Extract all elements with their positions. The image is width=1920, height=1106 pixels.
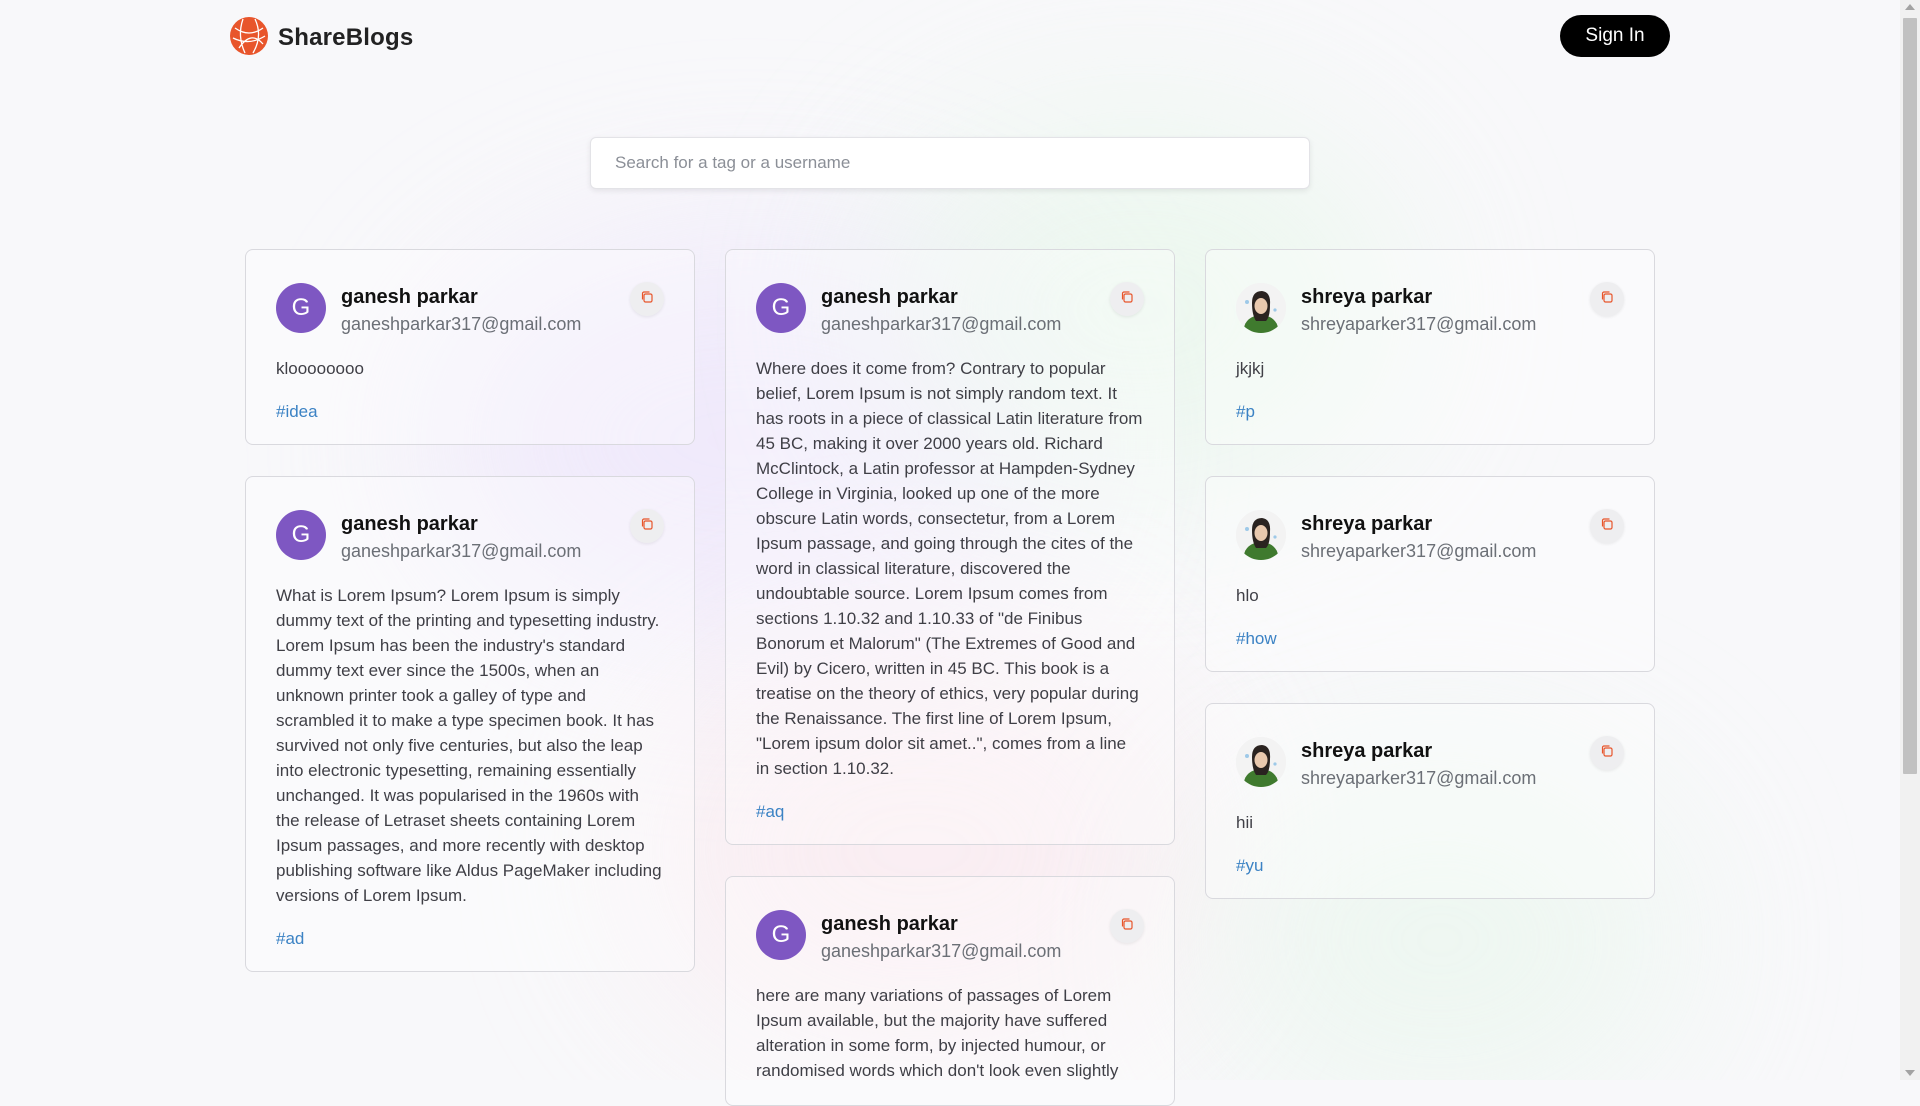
author-name[interactable]: ganesh parkar — [341, 512, 581, 536]
post-card: Gganesh parkar ganeshparkar317@gmail.com W… — [725, 249, 1175, 845]
globe-logo-icon[interactable] — [229, 16, 269, 56]
avatar[interactable] — [1236, 510, 1286, 560]
copy-icon — [1120, 917, 1134, 936]
author-email: shreyaparker317@gmail.com — [1301, 541, 1537, 561]
post-card: shreya parkar shreyaparker317@gmail.com jk… — [1205, 249, 1655, 445]
search-input[interactable] — [590, 137, 1310, 189]
post-card: shreya parkar shreyaparker317@gmail.com hl… — [1205, 476, 1655, 672]
post-tag[interactable]: #how — [1236, 629, 1277, 649]
post-body: hlo — [1236, 586, 1259, 605]
post-tag[interactable]: #p — [1236, 402, 1255, 422]
author-name[interactable]: shreya parkar — [1301, 285, 1536, 309]
feed-column-2: Gganesh parkar ganeshparkar317@gmail.com W… — [725, 249, 1175, 1106]
post-tag[interactable]: #aq — [756, 802, 784, 822]
vertical-scrollbar[interactable] — [1900, 0, 1920, 1080]
post-body: jkjkj — [1236, 359, 1265, 378]
post-card: Gganesh parkar ganeshparkar317@gmail.com W… — [245, 476, 695, 972]
copy-icon — [1600, 290, 1614, 309]
copy-button[interactable] — [1110, 909, 1144, 943]
author-email: ganeshparkar317@gmail.com — [821, 314, 1062, 334]
post-body: Where does it come from? Contrary to pop… — [756, 359, 1143, 778]
author-email: shreyaparker317@gmail.com — [1301, 768, 1537, 788]
scroll-down-arrow-icon[interactable] — [1905, 1070, 1915, 1076]
copy-icon — [1600, 517, 1614, 536]
post-body: hii — [1236, 813, 1254, 832]
post-tag[interactable]: #ad — [276, 929, 304, 949]
feed-column-1: Gganesh parkar ganeshparkar317@gmail.com k… — [245, 249, 695, 972]
scroll-up-arrow-icon[interactable] — [1905, 4, 1915, 10]
author-name[interactable]: ganesh parkar — [821, 285, 1061, 309]
copy-button[interactable] — [1590, 509, 1624, 543]
post-tag[interactable]: #idea — [276, 402, 318, 422]
avatar[interactable] — [1236, 283, 1286, 333]
page: ShareBlogs Sign In Gganesh parkar ganeshp… — [0, 0, 1900, 1106]
copy-icon — [640, 290, 654, 309]
copy-icon — [1120, 290, 1134, 309]
copy-button[interactable] — [630, 509, 664, 543]
author-name[interactable]: shreya parkar — [1301, 512, 1536, 536]
feed-column-3: shreya parkar shreyaparker317@gmail.com jk… — [1205, 249, 1655, 899]
scrollbar-thumb[interactable] — [1903, 18, 1917, 774]
avatar[interactable]: G — [276, 283, 326, 333]
author-name[interactable]: ganesh parkar — [341, 285, 581, 309]
copy-button[interactable] — [1590, 282, 1624, 316]
copy-button[interactable] — [1590, 736, 1624, 770]
post-card: Gganesh parkar ganeshparkar317@gmail.com h… — [725, 876, 1175, 1106]
copy-icon — [1600, 744, 1614, 763]
author-name[interactable]: shreya parkar — [1301, 739, 1536, 763]
post-body: kloooooooo — [276, 359, 364, 378]
navbar: ShareBlogs Sign In — [229, 15, 1670, 57]
author-email: ganeshparkar317@gmail.com — [821, 941, 1062, 961]
copy-icon — [640, 517, 654, 536]
post-card: Gganesh parkar ganeshparkar317@gmail.com k… — [245, 249, 695, 445]
post-body: What is Lorem Ipsum? Lorem Ipsum is simp… — [276, 586, 662, 905]
avatar[interactable]: G — [756, 283, 806, 333]
author-email: ganeshparkar317@gmail.com — [341, 314, 582, 334]
author-email: shreyaparker317@gmail.com — [1301, 314, 1537, 334]
post-tag[interactable]: #yu — [1236, 856, 1263, 876]
avatar[interactable] — [1236, 737, 1286, 787]
post-card: shreya parkar shreyaparker317@gmail.com hi… — [1205, 703, 1655, 899]
brand-name[interactable]: ShareBlogs — [278, 24, 413, 52]
author-name[interactable]: ganesh parkar — [821, 912, 1061, 936]
avatar[interactable]: G — [276, 510, 326, 560]
copy-button[interactable] — [1110, 282, 1144, 316]
sign-in-button[interactable]: Sign In — [1560, 15, 1670, 57]
avatar[interactable]: G — [756, 910, 806, 960]
copy-button[interactable] — [630, 282, 664, 316]
author-email: ganeshparkar317@gmail.com — [341, 541, 582, 561]
post-body: here are many variations of passages of … — [756, 986, 1119, 1080]
